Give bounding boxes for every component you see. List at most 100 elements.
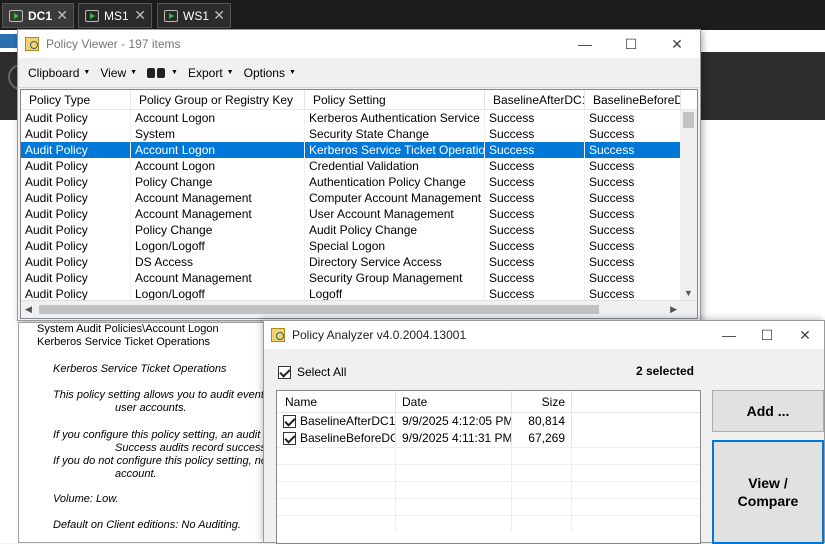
vm-tab-label: DC1 — [28, 8, 53, 23]
vm-icon — [9, 9, 23, 22]
table-row[interactable]: Audit Policy Policy Change Audit Policy Ch… — [21, 222, 697, 238]
menu-label: Options — [243, 65, 285, 80]
column-header-policy-setting[interactable]: Policy Setting — [305, 90, 485, 109]
table-cell: Account Logon — [131, 142, 305, 158]
table-cell: Success — [485, 110, 585, 126]
rule-name: BaselineAfterDC1 — [300, 414, 396, 428]
table-row[interactable]: Audit Policy Account Logon Kerberos Authen… — [21, 110, 697, 126]
table-cell: Audit Policy — [21, 270, 131, 286]
table-cell: Security State Change — [305, 126, 485, 142]
table-row[interactable]: Audit Policy Account Logon Credential Vali… — [21, 158, 697, 174]
vm-tab-ms1[interactable]: MS1 ✕ — [78, 3, 152, 28]
select-all-label: Select All — [297, 365, 347, 379]
empty-list-row — [277, 447, 700, 464]
policy-list: Policy Type Policy Group or Registry Key… — [20, 89, 698, 319]
column-header-policy-type[interactable]: Policy Type — [21, 90, 131, 109]
dropdown-arrow-icon: ▼ — [288, 69, 296, 76]
description-text: Success audits record success — [115, 442, 266, 454]
table-cell: Audit Policy — [21, 222, 131, 238]
checkbox-checked-icon[interactable] — [283, 415, 296, 428]
table-row[interactable]: Audit Policy Account Management User Accou… — [21, 206, 697, 222]
empty-list-row — [277, 515, 700, 532]
table-row[interactable]: Audit Policy Logon/Logoff Special Logon Suc… — [21, 238, 697, 254]
view-compare-button[interactable]: View / Compare — [712, 440, 824, 544]
description-default: Default on Client editions: No Auditing. — [53, 519, 241, 531]
vertical-scrollbar[interactable]: ▼ — [680, 110, 697, 300]
table-cell: DS Access — [131, 254, 305, 270]
table-row[interactable]: Audit Policy Account Management Security G… — [21, 270, 697, 286]
table-cell: Account Logon — [131, 110, 305, 126]
table-cell: Success — [485, 270, 585, 286]
close-icon[interactable]: ✕ — [134, 7, 146, 24]
column-header-baseline-after[interactable]: BaselineAfterDC1 — [485, 90, 585, 109]
menu-find[interactable]: ▼ — [147, 66, 178, 80]
window-title: Policy Analyzer v4.0.2004.13001 — [292, 328, 467, 342]
empty-list-row — [277, 464, 700, 481]
vm-tab-label: MS1 — [104, 8, 129, 23]
table-cell: Audit Policy — [21, 254, 131, 270]
table-cell: Audit Policy — [21, 190, 131, 206]
list-item[interactable]: BaselineBeforeDC1 9/9/2025 4:11:31 PM 67… — [277, 430, 700, 447]
policy-list-header: Policy Type Policy Group or Registry Key… — [21, 90, 697, 110]
table-cell: Success — [585, 270, 681, 286]
table-cell: Directory Service Access — [305, 254, 485, 270]
table-cell: Account Management — [131, 206, 305, 222]
menu-export[interactable]: Export ▼ — [188, 66, 234, 80]
menu-label: Clipboard — [28, 65, 80, 80]
table-cell: Account Logon — [131, 158, 305, 174]
table-cell: Success — [485, 126, 585, 142]
column-header-date[interactable]: Date — [396, 391, 512, 412]
table-cell: Audit Policy — [21, 174, 131, 190]
column-header-size[interactable]: Size — [512, 391, 572, 412]
policy-analyzer-window: Policy Analyzer v4.0.2004.13001 — ☐ ✕ Se… — [263, 320, 825, 544]
policy-analyzer-titlebar[interactable]: Policy Analyzer v4.0.2004.13001 — ☐ ✕ — [264, 321, 824, 349]
close-icon[interactable]: ✕ — [786, 321, 824, 349]
dropdown-arrow-icon: ▼ — [130, 69, 138, 76]
table-cell: Kerberos Authentication Service — [305, 110, 485, 126]
table-cell: Success — [485, 158, 585, 174]
scroll-left-icon[interactable]: ◀ — [25, 304, 32, 315]
policy-analyzer-app-icon — [271, 328, 285, 342]
table-row[interactable]: Audit Policy DS Access Directory Service A… — [21, 254, 697, 270]
menu-view[interactable]: View ▼ — [100, 66, 137, 80]
menu-label: Export — [187, 65, 223, 80]
policy-viewer-titlebar[interactable]: Policy Viewer - 197 items — ☐ ✕ — [18, 30, 700, 58]
menu-options[interactable]: Options ▼ — [244, 66, 296, 80]
column-header-policy-group[interactable]: Policy Group or Registry Key — [131, 90, 305, 109]
table-row[interactable]: Audit Policy System Security State Change S… — [21, 126, 697, 142]
table-row[interactable]: Audit Policy Account Management Computer A… — [21, 190, 697, 206]
close-icon[interactable]: ✕ — [213, 7, 225, 24]
minimize-icon[interactable]: — — [710, 321, 748, 349]
window-title: Policy Viewer - 197 items — [46, 37, 181, 51]
table-cell: Success — [485, 206, 585, 222]
checkbox-checked-icon[interactable] — [283, 432, 296, 445]
table-row[interactable]: Audit Policy Account Logon Kerberos Servic… — [21, 142, 697, 158]
table-cell: Success — [585, 222, 681, 238]
close-icon[interactable]: ✕ — [654, 30, 700, 58]
table-cell: System — [131, 126, 305, 142]
background-app-icon — [0, 34, 18, 48]
scrollbar-thumb[interactable] — [683, 112, 694, 128]
menu-clipboard[interactable]: Clipboard ▼ — [28, 66, 90, 80]
table-row[interactable]: Audit Policy Policy Change Authentication … — [21, 174, 697, 190]
maximize-icon[interactable]: ☐ — [608, 30, 654, 58]
empty-list-row — [277, 481, 700, 498]
vm-tab-dc1[interactable]: DC1 ✕ — [2, 3, 74, 28]
table-cell: Policy Change — [131, 174, 305, 190]
scroll-down-icon[interactable]: ▼ — [684, 288, 693, 298]
add-button[interactable]: Add ... — [712, 390, 824, 432]
horizontal-scrollbar[interactable]: ◀ ▶ — [21, 300, 697, 318]
maximize-icon[interactable]: ☐ — [748, 321, 786, 349]
column-header-name[interactable]: Name — [277, 391, 396, 412]
minimize-icon[interactable]: — — [562, 30, 608, 58]
list-item[interactable]: BaselineAfterDC1 9/9/2025 4:12:05 PM 80,… — [277, 413, 700, 430]
column-header-baseline-before[interactable]: BaselineBeforeDC — [585, 90, 681, 109]
scroll-right-icon[interactable]: ▶ — [670, 304, 677, 315]
select-all-checkbox[interactable]: Select All — [278, 365, 346, 379]
scrollbar-thumb[interactable] — [39, 305, 599, 314]
vm-tab-ws1[interactable]: WS1 ✕ — [157, 3, 231, 28]
close-icon[interactable]: ✕ — [56, 7, 68, 24]
description-heading: Kerberos Service Ticket Operations — [37, 336, 211, 348]
checkbox-checked-icon[interactable] — [278, 365, 291, 379]
table-cell: Success — [485, 222, 585, 238]
